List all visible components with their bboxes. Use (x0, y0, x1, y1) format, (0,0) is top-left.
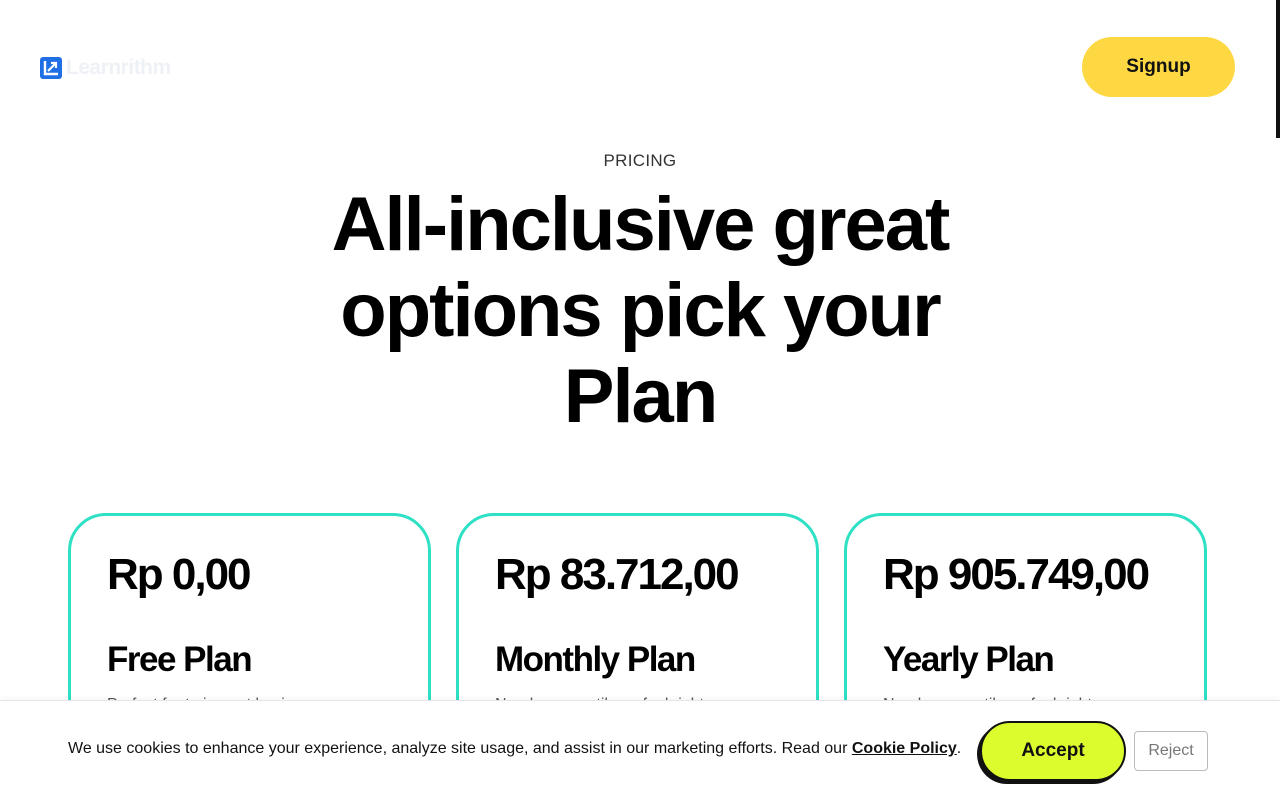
page-title: All-inclusive great options pick your Pl… (331, 182, 951, 439)
plan-name: Monthly Plan (495, 640, 696, 679)
plan-name: Free Plan (107, 640, 253, 679)
logo[interactable]: Learnrithm (40, 56, 171, 80)
cookie-text: We use cookies to enhance your experienc… (68, 740, 852, 757)
cookie-policy-link[interactable]: Cookie Policy (852, 740, 957, 757)
accept-cookies-button[interactable]: Accept (980, 721, 1126, 781)
cookie-suffix: . (956, 740, 962, 757)
logo-text: Learnrithm (66, 56, 171, 79)
site-header: Learnrithm Signup (0, 0, 1280, 134)
plan-name: Yearly Plan (883, 640, 1055, 679)
plan-price: Rp 83.712,00 (495, 550, 740, 599)
cookie-message: We use cookies to enhance your experienc… (68, 740, 961, 758)
plan-price: Rp 0,00 (107, 550, 252, 599)
scrollbar[interactable] (1276, 0, 1280, 138)
logo-icon (40, 57, 62, 79)
plan-price: Rp 905.749,00 (883, 550, 1150, 599)
signup-button[interactable]: Signup (1082, 37, 1235, 97)
section-eyebrow: PRICING (603, 151, 677, 170)
reject-cookies-button[interactable]: Reject (1134, 731, 1208, 771)
cookie-banner: We use cookies to enhance your experienc… (0, 700, 1280, 800)
